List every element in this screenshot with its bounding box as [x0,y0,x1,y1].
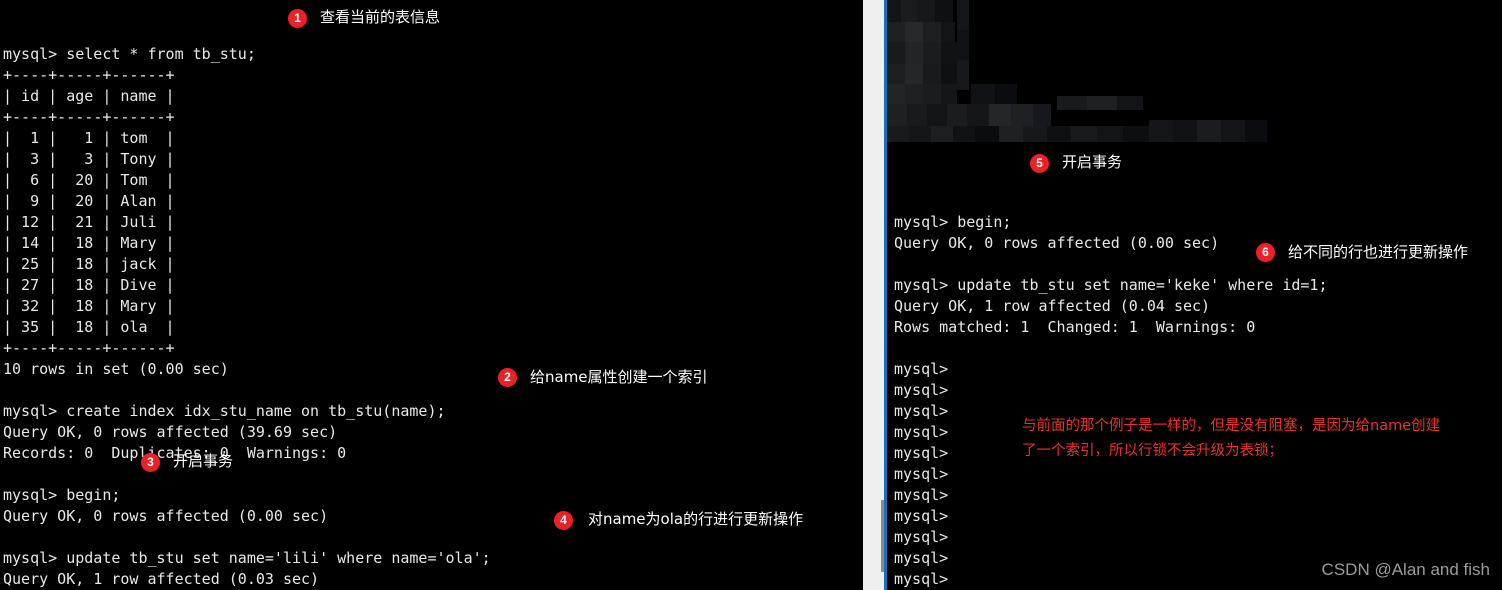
annotation-caption-2: 给name属性创建一个索引 [530,368,708,386]
terminal-line: mysql> update tb_stu set name='lili' whe… [3,549,491,567]
terminal-line: Rows matched: 1 Changed: 1 Warnings: 0 [894,318,1256,336]
terminal-line: mysql> begin; [894,213,1012,231]
annotation-caption-3: 开启事务 [173,452,234,470]
mosaic-pixel-block [941,22,955,42]
terminal-panel-right[interactable]: mysql> begin; Query OK, 0 rows affected (… [884,0,1502,590]
terminal-line: +----+-----+------+ [3,66,175,84]
mosaic-pixel-block [887,42,905,64]
terminal-line: | 27 | 18 | Dive | [3,276,175,294]
terminal-line: | id | age | name | [3,87,175,105]
terminal-line: Query OK, 1 row affected (0.03 sec) [3,570,320,588]
terminal-line: mysql> [894,360,949,378]
terminal-line: +----+-----+------+ [3,108,175,126]
terminal-right-output: mysql> begin; Query OK, 0 rows affected (… [894,65,1502,590]
annotation-caption-5: 开启事务 [1062,153,1123,171]
annotation-caption-4: 对name为ola的行进行更新操作 [588,510,804,528]
red-explanation-note: 与前面的那个例子是一样的，但是没有阻塞，是因为给name创建 了一个索引，所以行… [1022,414,1440,464]
terminal-line: 10 rows in set (0.00 sec) [3,360,229,378]
mosaic-pixel-block [935,0,953,22]
annotation-badge-1: 1 [288,9,307,28]
terminal-panel-left[interactable]: mysql> select * from tb_stu; +----+-----+… [0,0,863,590]
terminal-line: Records: 0 Duplicates: 0 Warnings: 0 [3,444,347,462]
terminal-left-output: mysql> select * from tb_stu; +----+-----+… [3,44,863,590]
screenshot-root: mysql> select * from tb_stu; +----+-----+… [0,0,1502,590]
mosaic-pixel-block [923,22,941,42]
annotation-badge-6: 6 [1256,243,1275,262]
annotation-badge-2: 2 [498,368,517,387]
mosaic-pixel-block [957,30,969,60]
terminal-line: | 32 | 18 | Mary | [3,297,175,315]
terminal-line: mysql> [894,528,949,546]
terminal-line: mysql> [894,465,949,483]
terminal-line: Query OK, 1 row affected (0.04 sec) [894,297,1211,315]
terminal-line: | 14 | 18 | Mary | [3,234,175,252]
terminal-line: | 35 | 18 | ola | [3,318,175,336]
terminal-line: mysql> [894,381,949,399]
terminal-line: | 9 | 20 | Alan | [3,192,175,210]
terminal-line: | 3 | 3 | Tony | [3,150,175,168]
annotation-badge-4: 4 [554,511,573,530]
mosaic-pixel-block [901,0,917,22]
terminal-line: mysql> [894,486,949,504]
terminal-line: | 12 | 21 | Juli | [3,213,175,231]
terminal-line: | 25 | 18 | jack | [3,255,175,273]
terminal-line: Query OK, 0 rows affected (39.69 sec) [3,423,338,441]
red-note-line-2: 了一个索引，所以行锁不会升级为表锁； [1022,443,1283,459]
terminal-line: mysql> [894,507,949,525]
terminal-line: | 1 | 1 | tom | [3,129,175,147]
terminal-line: mysql> create index idx_stu_name on tb_s… [3,402,446,420]
terminal-line: +----+-----+------+ [3,339,175,357]
mosaic-pixel-block [887,0,901,22]
annotation-caption-1: 查看当前的表信息 [320,8,441,26]
annotation-badge-3: 3 [141,453,160,472]
mosaic-pixel-block [887,22,905,42]
mosaic-pixel-block [905,42,923,64]
mosaic-pixel-block [957,0,969,30]
csdn-watermark: CSDN @Alan and fish [1321,560,1490,579]
terminal-line: | 6 | 20 | Tom | [3,171,175,189]
annotation-badge-5: 5 [1030,154,1049,173]
red-note-line-1: 与前面的那个例子是一样的，但是没有阻塞，是因为给name创建 [1022,418,1441,434]
terminal-line: mysql> update tb_stu set name='keke' whe… [894,276,1328,294]
terminal-line: mysql> begin; [3,486,121,504]
terminal-line: mysql> select * from tb_stu; [3,45,256,63]
mosaic-pixel-block [941,42,957,64]
mosaic-pixel-block [923,42,941,64]
annotation-caption-6: 给不同的行也进行更新操作 [1288,243,1469,261]
mosaic-pixel-block [905,22,923,42]
mosaic-pixel-block [917,0,935,22]
